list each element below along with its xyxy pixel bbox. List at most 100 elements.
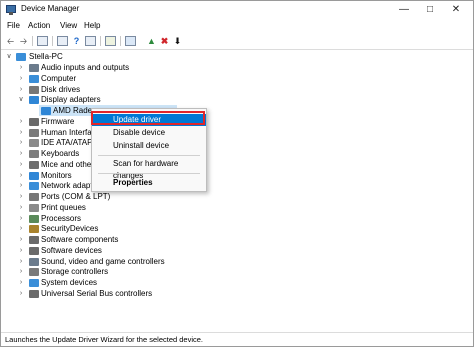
tree-item-label: System devices xyxy=(41,278,98,287)
toolbar-separator xyxy=(32,36,33,46)
minimize-button[interactable]: — xyxy=(391,1,417,19)
tree-item-label: Software components xyxy=(41,235,119,244)
usb-icon xyxy=(29,289,39,298)
tree-category-item[interactable]: › IDE ATA/ATAPI c xyxy=(1,138,473,148)
chevron-right-icon[interactable]: › xyxy=(17,181,25,191)
chevron-right-icon[interactable]: › xyxy=(17,267,25,277)
speaker-icon xyxy=(29,64,39,72)
security-icon xyxy=(29,225,39,234)
toolbar-separator xyxy=(100,36,101,46)
tree-category-item[interactable]: › SecurityDevices xyxy=(1,224,473,234)
component-icon xyxy=(29,236,39,244)
chevron-down-icon[interactable]: ∨ xyxy=(17,95,25,105)
chevron-right-icon[interactable]: › xyxy=(17,192,25,202)
forward-arrow-icon[interactable]: 🡢 xyxy=(18,36,29,46)
chevron-right-icon[interactable]: › xyxy=(17,214,25,224)
close-button[interactable]: ✕ xyxy=(443,1,469,19)
maximize-button[interactable]: □ xyxy=(417,1,443,19)
toolbar-separator xyxy=(52,36,53,46)
tree-item-label: Mice and other xyxy=(41,159,94,169)
menu-view[interactable]: View xyxy=(60,21,77,30)
device-manager-icon xyxy=(6,5,16,15)
chevron-right-icon[interactable]: › xyxy=(17,278,25,288)
tree-item-label: SecurityDevices xyxy=(41,224,99,234)
tree-item-label: Audio inputs and outputs xyxy=(41,63,130,72)
tree-category-item[interactable]: ∨ Display adapters xyxy=(1,95,473,105)
tree-device-item[interactable]: AMD Radeon xyxy=(1,105,473,116)
tree-category-item[interactable]: › Computer xyxy=(1,74,473,84)
uninstall-icon[interactable]: ✖ xyxy=(159,36,170,46)
chevron-right-icon[interactable]: › xyxy=(17,289,25,299)
tree-category-item[interactable]: › Ports (COM & LPT) xyxy=(1,192,473,202)
chevron-right-icon[interactable]: › xyxy=(17,149,25,159)
context-disable-device[interactable]: Disable device xyxy=(92,127,206,139)
scan-hardware-icon[interactable] xyxy=(125,36,136,46)
tree-category-item[interactable]: › Keyboards xyxy=(1,149,473,159)
tree-item-label: Network adapte xyxy=(41,181,98,191)
sound-icon xyxy=(29,257,39,266)
chevron-right-icon[interactable]: › xyxy=(17,203,25,213)
chevron-right-icon[interactable]: › xyxy=(17,257,25,267)
tree-category-item[interactable]: › Audio inputs and outputs xyxy=(1,63,473,73)
tree-category-item[interactable]: › Mice and other xyxy=(1,160,473,170)
computer-icon xyxy=(29,74,39,83)
update-driver-icon[interactable] xyxy=(105,36,116,46)
chevron-right-icon[interactable]: › xyxy=(17,160,25,170)
chevron-right-icon[interactable]: › xyxy=(17,63,25,73)
view-icon[interactable] xyxy=(85,36,96,46)
tree-category-item[interactable]: › Disk drives xyxy=(1,85,473,95)
chevron-right-icon[interactable]: › xyxy=(17,74,25,84)
help-icon[interactable]: ? xyxy=(71,36,82,46)
computer-icon xyxy=(16,53,26,61)
menu-bar: File Action View Help xyxy=(1,19,473,33)
highlight-box xyxy=(91,111,205,125)
network-icon xyxy=(29,182,39,191)
chevron-right-icon[interactable]: › xyxy=(17,128,25,138)
tree-category-item[interactable]: › Universal Serial Bus controllers xyxy=(1,289,473,299)
back-arrow-icon[interactable]: 🡠 xyxy=(5,36,16,46)
toolbar-separator xyxy=(120,36,121,46)
tree-category-item[interactable]: › Print queues xyxy=(1,203,473,213)
tree-category-item[interactable]: › Storage controllers xyxy=(1,267,473,277)
chevron-right-icon[interactable]: › xyxy=(17,224,25,234)
tree-category-item[interactable]: › System devices xyxy=(1,278,473,288)
chevron-right-icon[interactable]: › xyxy=(17,117,25,127)
chevron-right-icon[interactable]: › xyxy=(17,246,25,256)
chip-icon xyxy=(29,117,39,126)
context-scan-hardware[interactable]: Scan for hardware changes xyxy=(92,158,206,180)
menu-file[interactable]: File xyxy=(7,21,20,30)
context-properties[interactable]: Properties xyxy=(92,177,206,189)
tree-item-label: Print queues xyxy=(41,202,86,212)
chevron-right-icon[interactable]: › xyxy=(17,85,25,95)
tree-category-item[interactable]: › Network adapte xyxy=(1,181,473,191)
tree-category-item[interactable]: › Sound, video and game controllers xyxy=(1,257,473,267)
tree-category-item[interactable]: › Software devices xyxy=(1,246,473,256)
properties-icon[interactable] xyxy=(57,36,68,46)
display-icon xyxy=(41,107,51,115)
toolbar: 🡠 🡢 ? ▲ ✖ ⬇ xyxy=(1,33,473,50)
context-separator xyxy=(98,173,200,174)
tree-category-item[interactable]: › Monitors xyxy=(1,171,473,181)
port-icon xyxy=(29,193,39,201)
device-manager-window: Device Manager — □ ✕ File Action View He… xyxy=(0,0,474,347)
tree-root[interactable]: ∨ Stella-PC xyxy=(1,52,473,62)
mouse-icon xyxy=(29,160,39,169)
add-legacy-hardware-icon[interactable]: ▲ xyxy=(146,36,157,46)
title-bar: Device Manager — □ ✕ xyxy=(1,1,473,19)
tree-category-item[interactable]: › Firmware xyxy=(1,117,473,127)
menu-help[interactable]: Help xyxy=(84,21,100,30)
chevron-right-icon[interactable]: › xyxy=(17,171,25,181)
chevron-down-icon[interactable]: ∨ xyxy=(5,52,13,62)
chevron-right-icon[interactable]: › xyxy=(17,138,25,148)
tree-category-item[interactable]: › Human Interface xyxy=(1,128,473,138)
tree-category-item[interactable]: › Software components xyxy=(1,235,473,245)
chevron-right-icon[interactable]: › xyxy=(17,235,25,245)
tree-category-item[interactable]: › Processors xyxy=(1,214,473,224)
tree-item-label: Display adapters xyxy=(41,95,101,105)
menu-action[interactable]: Action xyxy=(28,21,50,30)
tree-item-label: Monitors xyxy=(41,170,72,180)
show-hide-tree-icon[interactable] xyxy=(37,36,48,46)
context-separator xyxy=(98,155,200,156)
disable-device-icon[interactable]: ⬇ xyxy=(172,36,183,46)
context-uninstall-device[interactable]: Uninstall device xyxy=(92,140,206,152)
